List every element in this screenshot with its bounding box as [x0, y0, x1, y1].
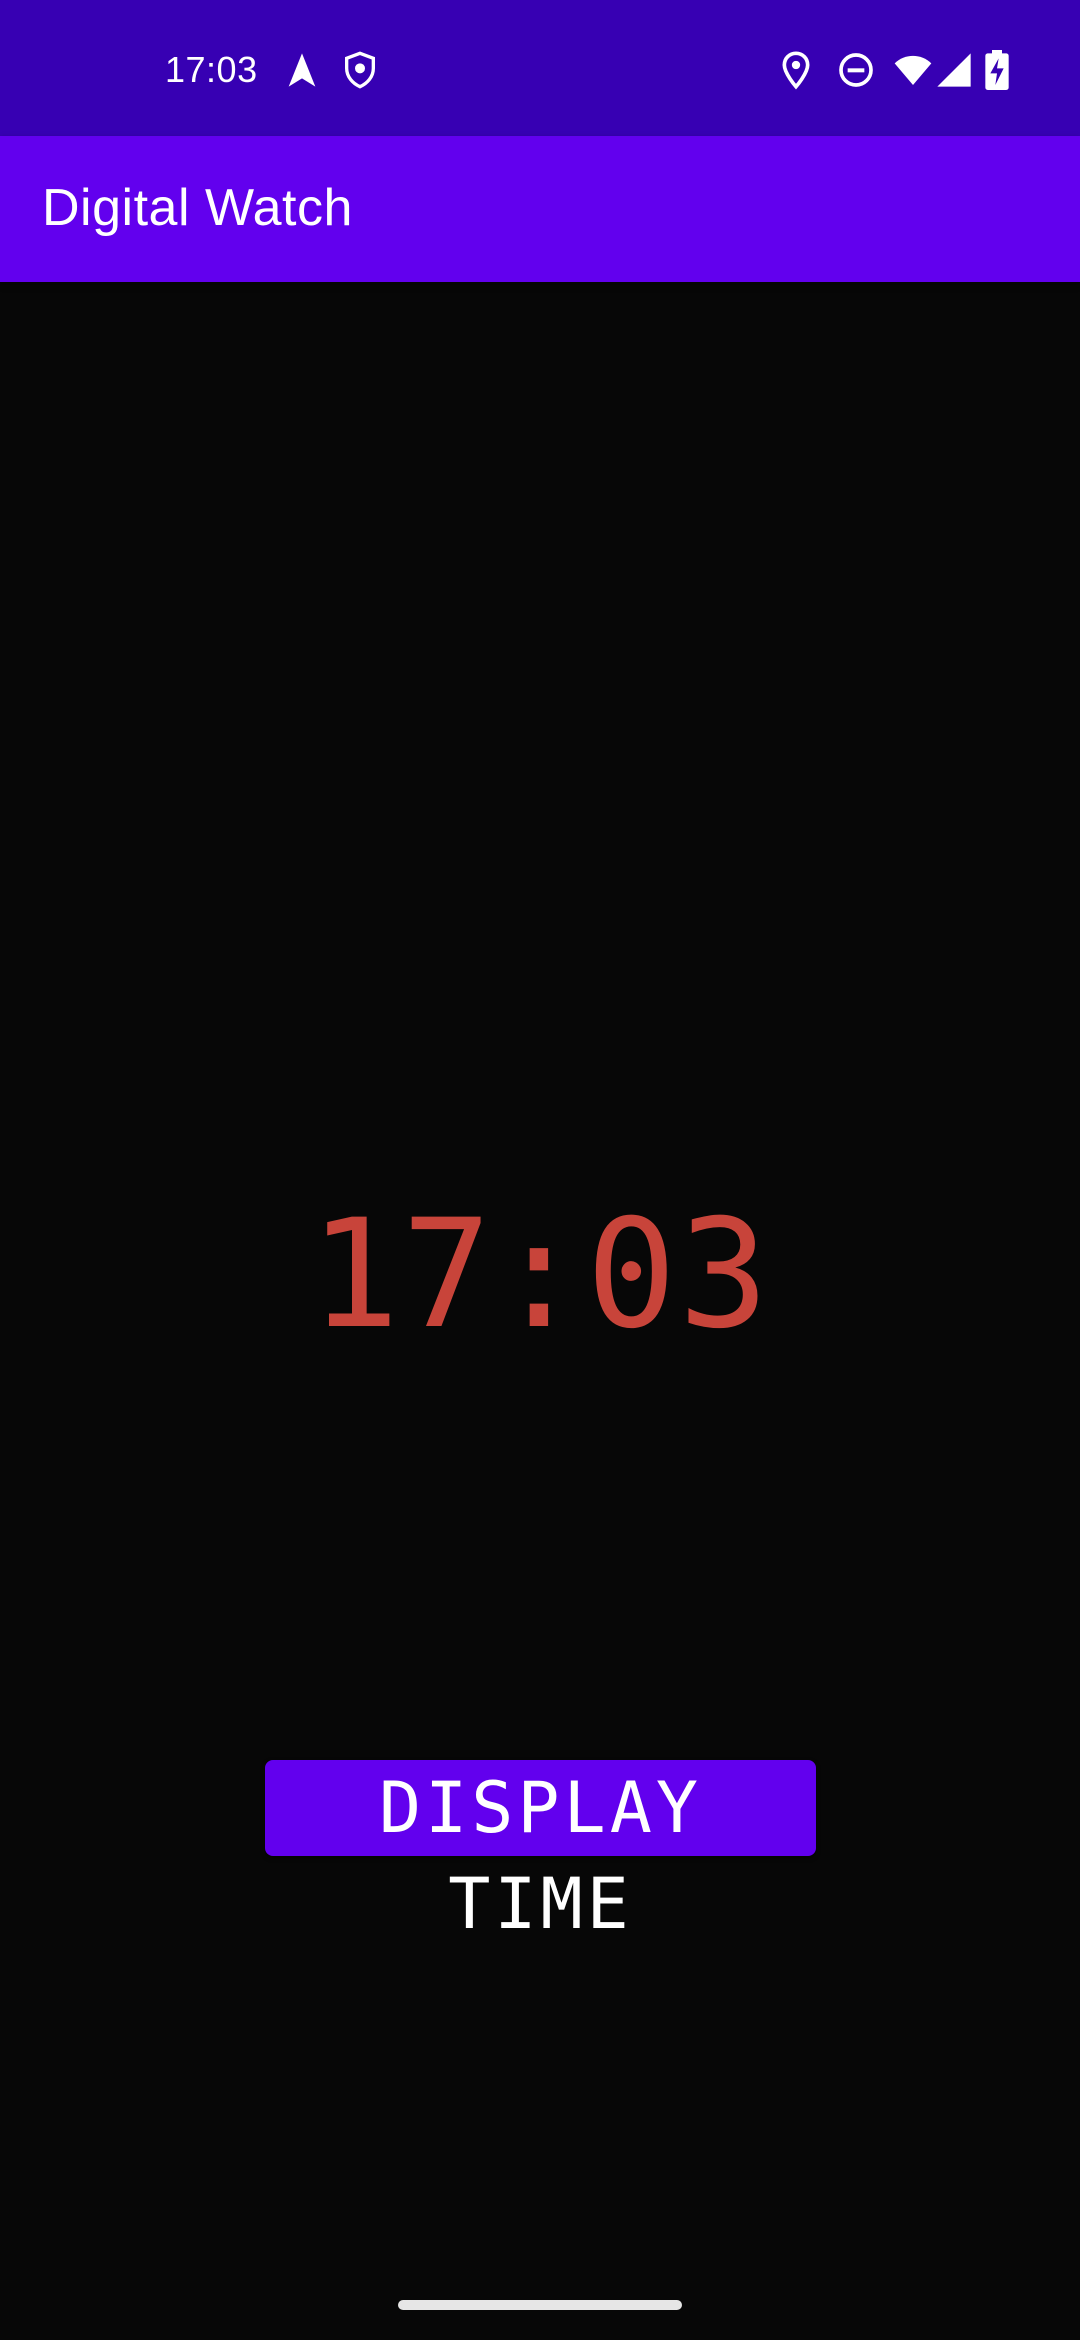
- status-time: 17:03: [165, 49, 258, 90]
- app-title: Digital Watch: [42, 179, 353, 237]
- navigation-arrow-icon: [282, 50, 322, 90]
- wifi-icon: [890, 50, 936, 90]
- app-screen: 17:03 Digital Watch 17:03 DISPLAY TIME: [0, 0, 1080, 2340]
- battery-charging-icon: [982, 50, 1012, 90]
- cellular-signal-icon: [934, 50, 974, 90]
- app-bar: Digital Watch: [0, 136, 1080, 282]
- shield-icon: [340, 50, 380, 90]
- clock-time-display: 17:03: [309, 1188, 771, 1362]
- gesture-nav-handle[interactable]: [398, 2300, 682, 2310]
- do-not-disturb-icon: [836, 50, 876, 90]
- display-time-button[interactable]: DISPLAY TIME: [265, 1760, 816, 1945]
- status-bar: 17:03: [0, 0, 1080, 136]
- location-pin-icon: [776, 50, 816, 90]
